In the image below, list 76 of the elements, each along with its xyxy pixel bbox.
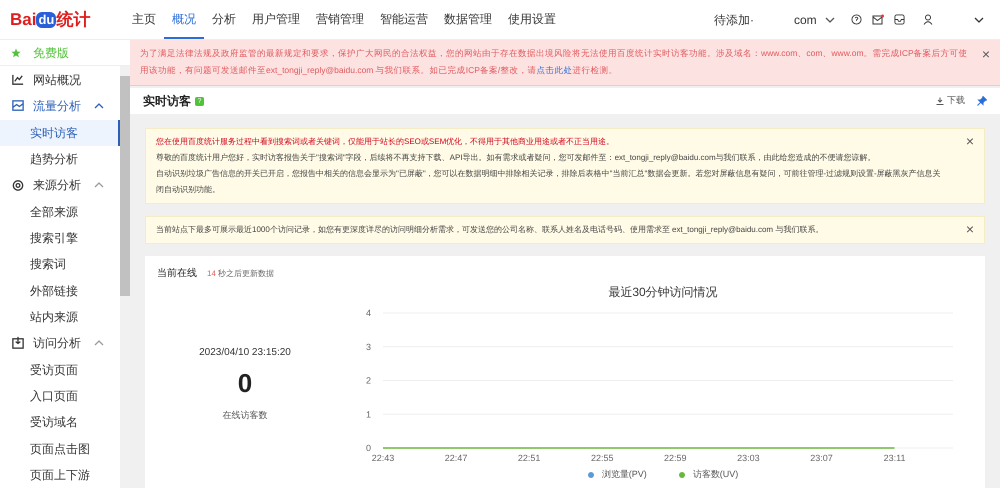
nav-tab[interactable]: 营销管理 bbox=[308, 0, 372, 39]
legend-label: 浏览量(PV) bbox=[602, 468, 647, 481]
close-button[interactable]: × bbox=[966, 222, 974, 236]
sidebar-group[interactable]: 流量分析 bbox=[0, 93, 120, 120]
x-tick-label: 22:55 bbox=[590, 453, 614, 463]
chevron-icon bbox=[94, 340, 104, 346]
legend-label: 访客数(UV) bbox=[692, 468, 738, 481]
help-icon[interactable] bbox=[850, 14, 862, 25]
site-selector[interactable]: com bbox=[794, 10, 835, 28]
sidebar-subitem[interactable]: 实时访客 bbox=[0, 120, 120, 146]
y-tick-label: 0 bbox=[366, 443, 371, 453]
sidebar-group[interactable]: 来源分析 bbox=[0, 172, 120, 199]
nav-tab[interactable]: 分析 bbox=[204, 0, 244, 39]
notice-text: 您在使用百度统计服务过程中看到搜索词或者关键词，仅能用于站长的SEO或SEM优化，不得用于其他商业用途或者不正当用途。 bbox=[156, 136, 616, 148]
x-tick-label: 22:47 bbox=[444, 453, 468, 463]
download-icon bbox=[936, 97, 944, 105]
sidebar-subitem[interactable]: 搜索词 bbox=[0, 251, 120, 278]
inbox-icon[interactable] bbox=[894, 14, 905, 25]
scrollbar[interactable] bbox=[120, 66, 130, 488]
sidebar-subitem[interactable]: 入口页面 bbox=[0, 382, 120, 410]
y-tick-label: 4 bbox=[366, 308, 371, 318]
x-tick-label: 23:03 bbox=[737, 453, 760, 463]
datetime-text: 2023/04/10 23:15:20 bbox=[199, 346, 291, 360]
close-button[interactable]: × bbox=[966, 134, 974, 148]
notice-text: 自动识别垃圾广告信息的开关已开启，您报告中相关的信息会显示为"已屏蔽"，您可以在数据明细中排除相关记录，排除后表格中"当前汇总"数据会更新。若您对屏蔽信息有疑问，可前往管理-过滤规则设置-屏蔽黑灰产信息关闭自动识别功能。 bbox=[156, 168, 942, 196]
x-tick-label: 22:59 bbox=[664, 453, 687, 463]
mail-icon[interactable] bbox=[872, 14, 884, 25]
y-tick-label: 3 bbox=[366, 342, 371, 352]
sidebar-subitem[interactable]: 站内来源 bbox=[0, 304, 120, 330]
signal-icon bbox=[11, 178, 25, 192]
notice-text: 当前站点下最多可展示最近1000个访问记录，如您有更深度详尽的访问明细分析需求，可发送您的公司名称、联系人姓名及电话号码、使用需求至 ext_tongji_reply@baidu.com 与我们联系。 bbox=[156, 224, 824, 236]
count-label: 在线访客数 bbox=[222, 409, 268, 422]
page-title: 实时访客 bbox=[143, 93, 191, 110]
sidebar-subitem[interactable]: 全部来源 bbox=[0, 198, 120, 225]
nav-tab[interactable]: 使用设置 bbox=[500, 0, 564, 39]
logo: Bai du统计 bbox=[9, 8, 92, 31]
sidebar-subitem[interactable]: 受访域名 bbox=[0, 409, 120, 436]
chevron-icon bbox=[94, 182, 104, 188]
x-tick-label: 23:07 bbox=[810, 453, 833, 463]
x-tick-label: 22:43 bbox=[372, 453, 394, 463]
chevron-icon bbox=[824, 16, 835, 22]
chevron-icon bbox=[94, 103, 104, 110]
alert-text: 为了满足法律法规及政府监管的最新规定和要求，保护广大网民的合法权益，您的网站由于存在数据出境风险将无法使用百度统计实时访客功能。涉及域名：www.com、com、www.om。需完成ICP备案后方可使用该功能，有问题可发送邮件至ext_tongji_reply@baidu.com 与我们联系。如已完成ICP备案/整改，请点击此处进行检测。 bbox=[140, 47, 968, 77]
chart-title: 最近30分钟访问情况 bbox=[608, 284, 718, 301]
y-tick-label: 1 bbox=[366, 409, 371, 420]
sidebar-subitem[interactable]: 页面点击图 bbox=[0, 435, 120, 462]
x-tick-label: 22:51 bbox=[518, 453, 540, 463]
card-title: 当前在线 bbox=[157, 266, 197, 281]
sidebar-subitem[interactable]: 趋势分析 bbox=[0, 146, 120, 172]
nav-tab[interactable]: 数据管理 bbox=[436, 0, 500, 39]
check-link[interactable]: 点击此处 bbox=[536, 65, 572, 75]
countdown-text: 14 秒之后更新数据 bbox=[207, 268, 274, 280]
pin-icon[interactable] bbox=[977, 96, 987, 106]
plan-label: 免费版 bbox=[33, 44, 69, 62]
star-icon bbox=[11, 48, 21, 58]
visitor-count: 0 bbox=[238, 367, 252, 400]
y-tick-label: 2 bbox=[366, 376, 371, 386]
sidebar-subitem[interactable]: 页面上下游 bbox=[0, 462, 120, 488]
sidebar-group[interactable]: 访问分析 bbox=[0, 330, 120, 356]
chevron-icon bbox=[974, 16, 984, 22]
user-icon[interactable] bbox=[922, 14, 933, 25]
line-chart-icon bbox=[11, 73, 25, 88]
close-button[interactable]: × bbox=[982, 47, 990, 61]
x-tick-label: 23:11 bbox=[884, 453, 906, 463]
pending-label: 待添加· bbox=[714, 12, 754, 28]
download-button[interactable]: 下载 bbox=[936, 94, 965, 108]
sidebar-item[interactable]: 网站概况 bbox=[0, 67, 120, 94]
nav-tab[interactable]: 主页 bbox=[124, 0, 164, 39]
sidebar-subitem[interactable]: 受访页面 bbox=[0, 356, 120, 383]
download-box-icon bbox=[11, 336, 25, 350]
nav-tab[interactable]: 智能运营 bbox=[372, 0, 436, 39]
image-chart-icon bbox=[11, 99, 25, 114]
notice-text: 尊敬的百度统计用户您好，实时访客报告关于"搜索词"字段，后续将不再支持下载、API导出。如有需求或者疑问，您可发邮件至：ext_tongji_reply@baidu.com与我们联系，由此给您造成的不便请您谅解。 bbox=[156, 152, 877, 164]
nav-tab[interactable]: 用户管理 bbox=[244, 0, 308, 39]
sidebar-subitem[interactable]: 搜索引擎 bbox=[0, 224, 120, 252]
sidebar-subitem[interactable]: 外部链接 bbox=[0, 278, 120, 304]
